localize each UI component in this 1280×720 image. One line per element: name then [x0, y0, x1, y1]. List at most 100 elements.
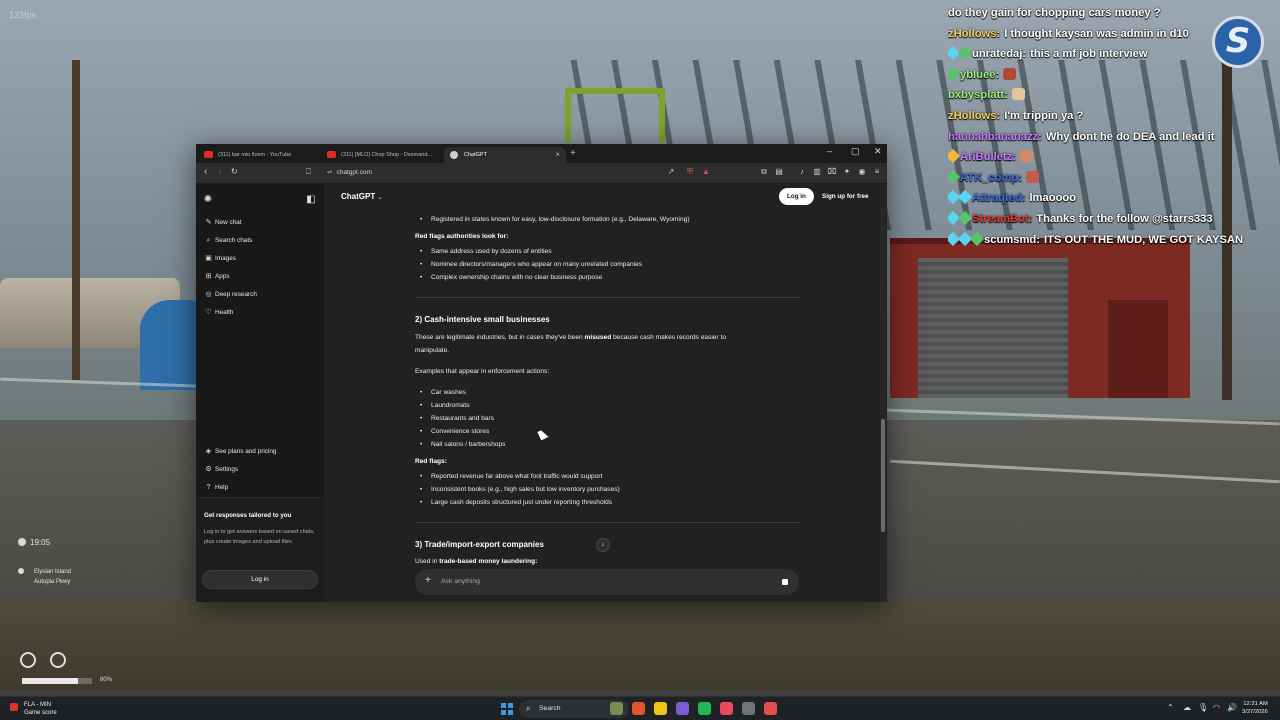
- cloud-icon[interactable]: ☁: [1183, 703, 1191, 712]
- back-icon[interactable]: ‹: [204, 166, 207, 177]
- screenshot-icon[interactable]: ⌧: [827, 167, 837, 177]
- list-item: Inconsistent books (e.g., high sales but…: [420, 483, 620, 496]
- sidebar-item-new-chat[interactable]: ✎ New chat: [202, 215, 318, 231]
- model-selector[interactable]: ChatGPT ⌄: [341, 192, 383, 201]
- hud-bar: [22, 678, 92, 684]
- taskbar-app-icon[interactable]: [698, 702, 711, 715]
- chevron-up-icon[interactable]: ⌃: [1167, 703, 1174, 712]
- sidebar-item-health[interactable]: ♡ Health: [202, 305, 318, 321]
- close-sidebar-icon[interactable]: ◧: [305, 194, 317, 206]
- close-tab-icon[interactable]: ×: [555, 147, 560, 163]
- section-heading: 3) Trade/import-export companies: [415, 540, 544, 549]
- chat-text: I'm trippin ya ?: [1004, 109, 1084, 122]
- sidebar-item-help[interactable]: ? Help: [202, 480, 318, 496]
- chat-message: StreamBot: Thanks for the follow @starrs3…: [948, 209, 1278, 230]
- music-icon[interactable]: ♪: [797, 167, 807, 177]
- scrollbar-thumb[interactable]: [881, 419, 885, 532]
- prompt-input[interactable]: Ask anything: [441, 576, 480, 588]
- server-logo: S: [1212, 16, 1264, 68]
- chat-emote-icon: [1025, 170, 1039, 183]
- new-tab-button[interactable]: +: [570, 147, 576, 161]
- hud-bar-label: 80%: [100, 677, 113, 683]
- paragraph: These are legitimate industries, but in …: [415, 334, 726, 341]
- scroll-down-button[interactable]: ↓: [596, 538, 610, 552]
- section-subheading: Red flags authorities look for:: [415, 233, 509, 240]
- sidebar-item-label: Deep research: [215, 291, 257, 298]
- apps-icon: ⊞: [205, 273, 212, 280]
- login-promo-title: Get responses tailored to you: [204, 512, 292, 519]
- widget-icon: [10, 703, 18, 711]
- search-icon: ⌕: [206, 237, 211, 244]
- vpn-icon[interactable]: ◉: [857, 167, 867, 177]
- search-icon: ⌕: [526, 704, 531, 713]
- share-icon[interactable]: ↗: [666, 167, 676, 177]
- mic-icon[interactable]: 🎙: [1198, 703, 1208, 712]
- taskbar-app-icon[interactable]: [654, 702, 667, 715]
- chat-username: scumsmd:: [984, 233, 1040, 246]
- taskbar-app-icon[interactable]: [764, 702, 777, 715]
- help-icon: ?: [206, 484, 211, 491]
- list-item: Convenience stores: [420, 425, 489, 438]
- sidebar-item-settings[interactable]: ⚙ Settings: [202, 462, 318, 478]
- address-bar: ‹ › ↻ ⎕ ⇌ chatgpt.com ↗ ⛨ ▲ ⧉ ▤ ♪ ▥ ⌧ ✦ ◉…: [196, 163, 887, 184]
- tab-youtube-1[interactable]: (311) bar mio fivem - YouTube: [198, 147, 320, 163]
- extensions-icon[interactable]: ⧉: [759, 167, 769, 177]
- reload-icon[interactable]: ↻: [231, 167, 238, 176]
- sidebar-login-button[interactable]: Log in: [202, 570, 318, 589]
- tab-youtube-2[interactable]: (311) [MLO] Chop Shop - Desmand...: [321, 147, 443, 163]
- chat-message: hannahbananazz: Why dont he do DEA and le…: [948, 127, 1278, 148]
- chat-main: ChatGPT ⌄ Log in Sign up for free Regist…: [324, 184, 887, 602]
- sidebar-item-label: See plans and pricing: [215, 448, 277, 455]
- sidebar-item-images[interactable]: ▣ Images: [202, 251, 318, 267]
- taskbar-widget[interactable]: FLA - MIN Game score: [10, 701, 57, 717]
- rewards-icon[interactable]: ▲: [701, 167, 711, 177]
- leo-icon[interactable]: ✦: [842, 167, 852, 177]
- sidebar-item-label: Health: [215, 309, 234, 316]
- chat-text: ITS OUT THE MUD, WE GOT KAYSAN: [1043, 233, 1244, 246]
- taskbar-app-icon[interactable]: [676, 702, 689, 715]
- sidebar-item-deep-research[interactable]: ◎ Deep research: [202, 287, 318, 303]
- taskbar-app-icon[interactable]: [720, 702, 733, 715]
- stop-icon[interactable]: [777, 574, 793, 590]
- tab-chatgpt[interactable]: ChatGPT ×: [444, 147, 566, 163]
- minimize-icon[interactable]: –: [827, 146, 832, 156]
- health-icon: ♡: [205, 309, 212, 316]
- forward-icon[interactable]: ›: [218, 166, 221, 177]
- new-chat-icon: ✎: [205, 219, 212, 226]
- chat-emote-icon: [1003, 67, 1017, 80]
- deep-research-icon: ◎: [205, 291, 212, 298]
- close-window-icon[interactable]: ✕: [874, 146, 882, 157]
- taskbar-app-icon[interactable]: [632, 702, 645, 715]
- taskbar-clock[interactable]: 12:21 AM 3/27/2026: [1242, 700, 1268, 716]
- taskbar-app-icon[interactable]: [742, 702, 755, 715]
- hud-clock: 19:05: [18, 538, 50, 547]
- list-item: Same address used by dozens of entities: [420, 245, 552, 258]
- divider: [415, 522, 800, 523]
- openai-logo-icon[interactable]: ✺: [202, 194, 214, 206]
- sidebar-item-see-plans-and-pricing[interactable]: ◈ See plans and pricing: [202, 444, 318, 460]
- shield-icon[interactable]: ⛨: [685, 167, 695, 177]
- chat-text: do they gain for chopping cars money ?: [948, 7, 1161, 19]
- login-promo-card: Get responses tailored to you Log in to …: [196, 497, 324, 602]
- sidebar-item-apps[interactable]: ⊞ Apps: [202, 269, 318, 285]
- chat-text: lmaoooo: [1029, 192, 1077, 205]
- wifi-icon[interactable]: ◠: [1213, 703, 1220, 712]
- plus-icon[interactable]: +: [425, 575, 431, 587]
- signup-button[interactable]: Sign up for free: [818, 188, 873, 205]
- scrollbar[interactable]: [880, 184, 886, 602]
- prompt-composer[interactable]: + Ask anything: [415, 569, 799, 595]
- sidebar-item-label: Images: [215, 255, 236, 262]
- maximize-icon[interactable]: ▢: [851, 146, 860, 157]
- volume-icon[interactable]: 🔊: [1227, 703, 1237, 712]
- sidebar-toggle-icon[interactable]: ▥: [812, 167, 822, 177]
- windows-start-icon[interactable]: [501, 703, 513, 715]
- sidebar-item-search-chats[interactable]: ⌕ Search chats: [202, 233, 318, 249]
- bookmark-icon[interactable]: ⎕: [306, 167, 311, 177]
- menu-icon[interactable]: ≡: [872, 167, 882, 177]
- header-login-button[interactable]: Log in: [779, 188, 814, 205]
- url-field[interactable]: ⇌ chatgpt.com: [327, 167, 372, 179]
- paragraph: manipulate.: [415, 347, 450, 354]
- wallet-icon[interactable]: ▤: [774, 167, 784, 177]
- taskbar-app-icon[interactable]: [610, 702, 623, 715]
- site-info-icon: ⇌: [327, 169, 333, 176]
